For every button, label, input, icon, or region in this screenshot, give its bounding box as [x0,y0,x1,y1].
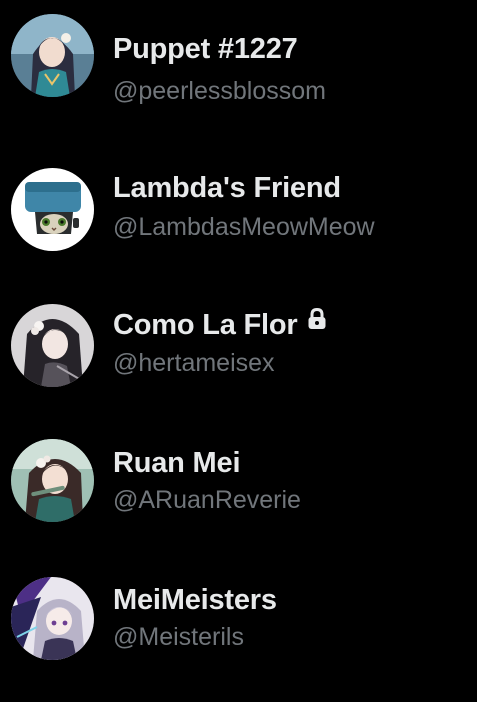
lock-icon [306,305,328,339]
display-name: Lambda's Friend [113,172,341,204]
anime-girl-purple-avatar-icon [11,577,94,660]
cat-box-avatar-icon [11,168,94,251]
account-row[interactable]: MeiMeisters @Meisterils [0,560,477,680]
handle: @Meisterils [113,623,244,651]
display-name: MeiMeisters [113,584,277,616]
avatar[interactable] [11,577,94,660]
handle: @ARuanReverie [113,486,301,514]
display-name: Ruan Mei [113,447,241,479]
account-row[interactable]: Ruan Mei @ARuanReverie [0,420,477,540]
avatar[interactable] [11,439,94,522]
account-row[interactable]: Lambda's Friend @LambdasMeowMeow [0,140,477,260]
anime-girl-flute-avatar-icon [11,439,94,522]
account-row[interactable]: Como La Flor @hertameisex [0,280,477,400]
avatar[interactable] [11,14,94,97]
anime-girl-teal-avatar-icon [11,14,94,97]
anime-girl-dark-hair-avatar-icon [11,304,94,387]
display-name: Puppet #1227 [113,33,298,65]
handle: @peerlessblossom [113,77,326,105]
account-row[interactable]: Puppet #1227 @peerlessblossom [0,0,477,120]
display-name-text: Como La Flor [113,309,298,342]
avatar[interactable] [11,304,94,387]
account-list: Puppet #1227 @peerlessblossom Lambda's F… [0,0,477,702]
handle: @hertameisex [113,349,275,377]
display-name: Como La Flor [113,307,328,342]
handle: @LambdasMeowMeow [113,213,375,241]
avatar[interactable] [11,168,94,251]
